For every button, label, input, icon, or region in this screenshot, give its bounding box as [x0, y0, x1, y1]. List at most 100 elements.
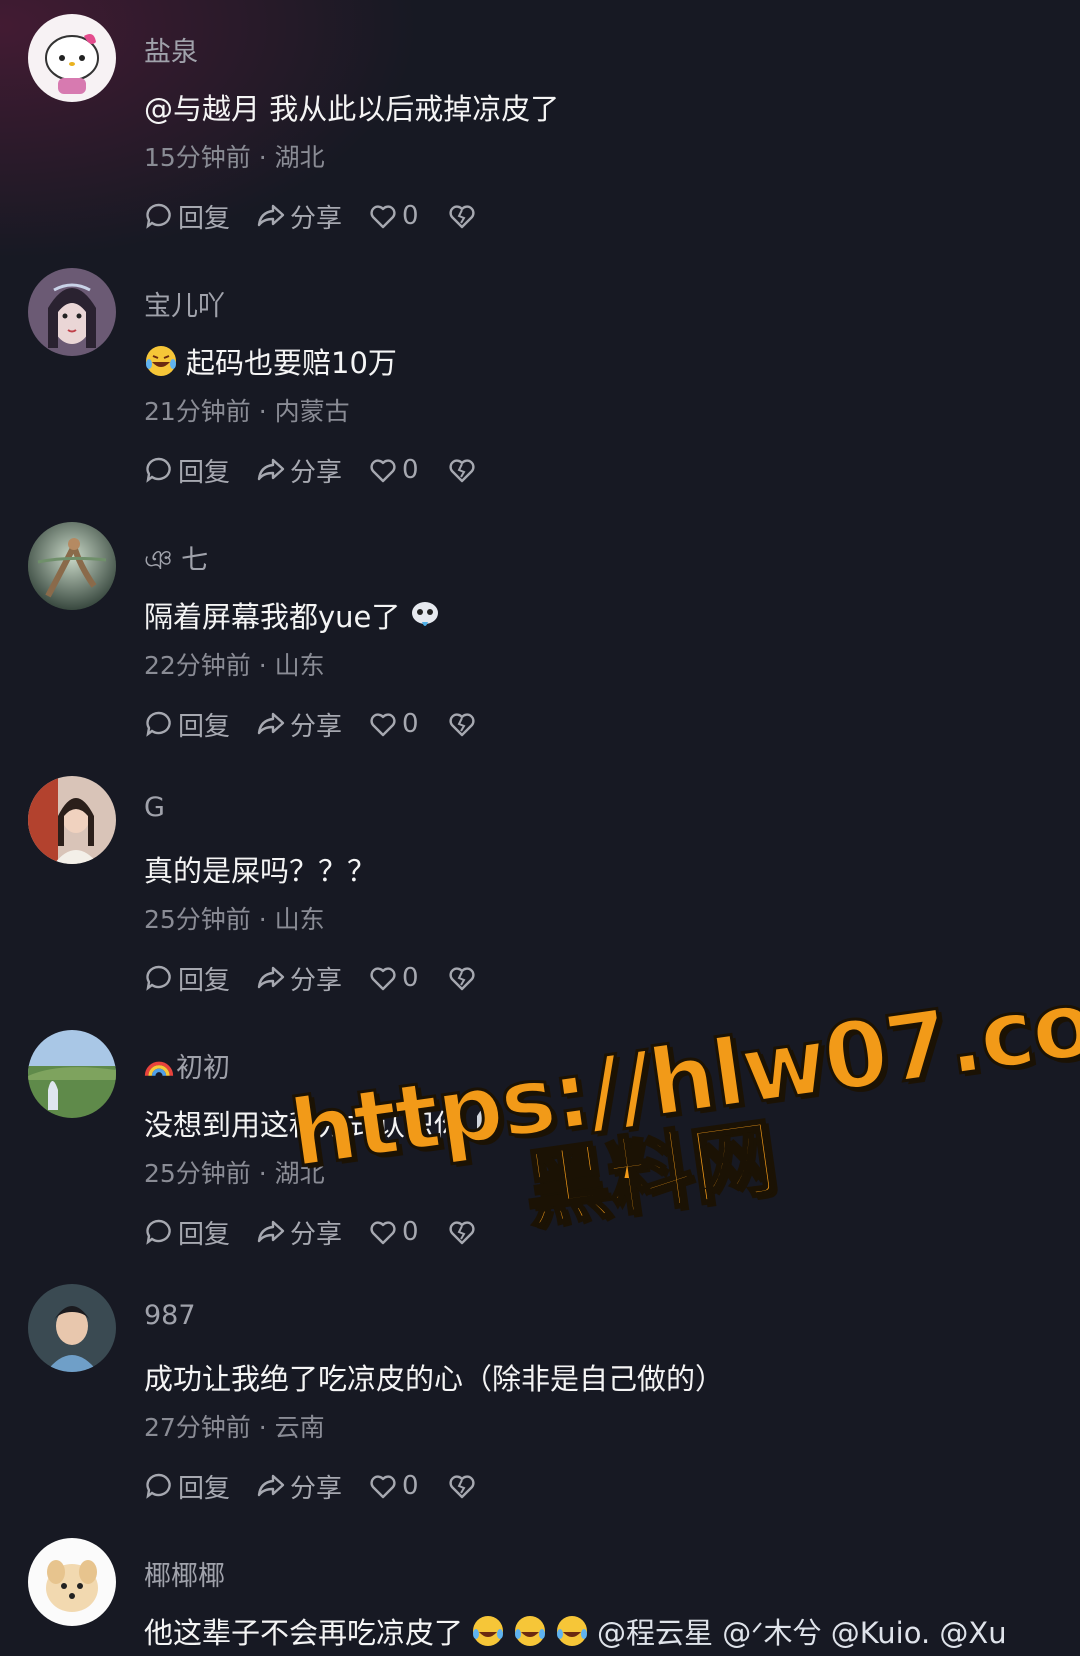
avatar[interactable] [28, 268, 116, 356]
reply-icon [146, 457, 171, 483]
laughing-tears-emoji [471, 1614, 505, 1648]
dislike-button[interactable] [447, 455, 481, 485]
share-button[interactable]: 分享 [256, 198, 342, 235]
like-button[interactable]: 0 [368, 455, 419, 485]
share-label: 分享 [290, 457, 343, 488]
dislike-heart-icon [448, 713, 475, 737]
share-icon [257, 966, 285, 989]
like-count: 0 [402, 963, 419, 993]
share-label: 分享 [290, 203, 343, 234]
reply-icon [146, 203, 171, 229]
comment-text: 成功让我绝了吃凉皮的心（除非是自己做的） [144, 1356, 724, 1398]
avatar[interactable] [28, 14, 116, 102]
comment-text: 他这辈子不会再吃凉皮了 @程云星 @ᐟ木兮 @Kuio. @Xu [144, 1610, 1007, 1652]
comment-meta: 21分钟前 · 内蒙古 [144, 392, 350, 428]
share-button[interactable]: 分享 [256, 706, 342, 743]
location: 云南 [274, 1413, 325, 1442]
laughing-tears-emoji [555, 1614, 589, 1648]
vomit-emoji [408, 598, 442, 632]
reply-button[interactable]: 回复 [144, 960, 230, 997]
share-label: 分享 [290, 965, 343, 996]
dislike-heart-icon [448, 459, 475, 483]
laughing-tears-emoji [144, 344, 178, 378]
timestamp: 22分钟前 [144, 651, 251, 680]
reply-label: 回复 [178, 1219, 231, 1250]
avatar[interactable] [28, 522, 116, 610]
comment-item: 宝儿吖 起码也要赔10万 21分钟前 · 内蒙古 回复 分享 0 [0, 254, 1080, 508]
comment-meta: 25分钟前 · 湖北 [144, 1154, 325, 1190]
reply-label: 回复 [178, 203, 231, 234]
reply-button[interactable]: 回复 [144, 706, 230, 743]
like-heart-icon [370, 459, 396, 483]
like-button[interactable]: 0 [368, 201, 419, 231]
username[interactable]: ঞ 七 [144, 538, 208, 585]
comment-text-content: 真的是屎吗？？？ [144, 854, 377, 888]
dislike-button[interactable] [447, 1217, 481, 1247]
action-bar: 回复 分享 0 [144, 706, 507, 742]
like-heart-icon [370, 967, 396, 991]
share-label: 分享 [290, 711, 343, 742]
dislike-button[interactable] [447, 1471, 481, 1501]
reply-label: 回复 [178, 711, 231, 742]
separator: · [258, 1413, 267, 1442]
location: 山东 [274, 905, 325, 934]
action-bar: 回复 分享 0 [144, 198, 507, 234]
reply-button[interactable]: 回复 [144, 1468, 230, 1505]
share-button[interactable]: 分享 [256, 1468, 342, 1505]
comment-text: 真的是屎吗？？？ [144, 848, 376, 890]
username[interactable]: 椰椰椰 [144, 1554, 225, 1593]
avatar[interactable] [28, 776, 116, 864]
reply-button[interactable]: 回复 [144, 1214, 230, 1251]
reply-button[interactable]: 回复 [144, 452, 230, 489]
like-count: 0 [402, 1217, 419, 1247]
mentions[interactable]: @程云星 @ᐟ木兮 @Kuio. @Xu [597, 1610, 1007, 1652]
comment-meta: 27分钟前 · 云南 [144, 1408, 325, 1444]
dislike-heart-icon [448, 1475, 475, 1499]
reply-label: 回复 [178, 1473, 231, 1504]
comment-list: 盐泉 @与越月 我从此以后戒掉凉皮了 15分钟前 · 湖北 回复 分享 0 宝儿… [0, 0, 1080, 1656]
cat-emoji [471, 1106, 505, 1140]
avatar[interactable] [28, 1284, 116, 1372]
share-label: 分享 [290, 1473, 343, 1504]
like-button[interactable]: 0 [368, 1471, 419, 1501]
share-button[interactable]: 分享 [256, 960, 342, 997]
reply-icon [146, 711, 171, 737]
like-button[interactable]: 0 [368, 1217, 419, 1247]
username[interactable]: 初初 [144, 1046, 230, 1085]
comment-item: 987 成功让我绝了吃凉皮的心（除非是自己做的） 27分钟前 · 云南 回复 分… [0, 1270, 1080, 1524]
location: 湖北 [274, 143, 325, 172]
comment-text: @与越月 我从此以后戒掉凉皮了 [144, 86, 559, 128]
like-count: 0 [402, 201, 419, 231]
action-bar: 回复 分享 0 [144, 960, 507, 996]
like-button[interactable]: 0 [368, 709, 419, 739]
comment-text-content: 隔着屏幕我都yue了 [144, 600, 401, 634]
share-button[interactable]: 分享 [256, 452, 342, 489]
comment-meta: 25分钟前 · 山东 [144, 900, 325, 936]
username[interactable]: 宝儿吖 [144, 284, 225, 323]
like-heart-icon [370, 713, 396, 737]
dislike-heart-icon [448, 205, 475, 229]
separator: · [258, 397, 267, 426]
username[interactable]: G [144, 792, 165, 823]
username[interactable]: 987 [144, 1300, 196, 1331]
reply-icon [146, 1219, 171, 1245]
avatar[interactable] [28, 1538, 116, 1626]
share-button[interactable]: 分享 [256, 1214, 342, 1251]
dislike-button[interactable] [447, 963, 481, 993]
reply-label: 回复 [178, 965, 231, 996]
comment-text-content: 他这辈子不会再吃凉皮了 [144, 1616, 464, 1650]
reply-button[interactable]: 回复 [144, 198, 230, 235]
avatar[interactable] [28, 1030, 116, 1118]
dislike-heart-icon [448, 1221, 475, 1245]
username[interactable]: 盐泉 [144, 30, 198, 69]
location: 内蒙古 [274, 397, 350, 426]
separator: · [258, 651, 267, 680]
dislike-button[interactable] [447, 709, 481, 739]
dislike-button[interactable] [447, 201, 481, 231]
comment-text: 没想到用这种方式认识你 [144, 1102, 505, 1144]
like-heart-icon [370, 1221, 396, 1245]
action-bar: 回复 分享 0 [144, 1214, 507, 1250]
timestamp: 25分钟前 [144, 905, 251, 934]
dislike-heart-icon [448, 967, 475, 991]
like-button[interactable]: 0 [368, 963, 419, 993]
